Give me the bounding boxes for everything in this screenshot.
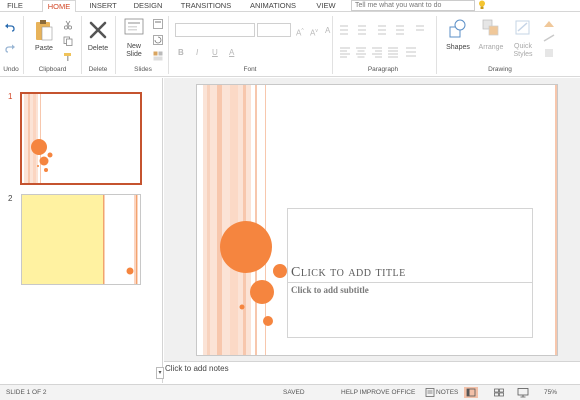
shrink-font-icon[interactable]: Av	[310, 26, 318, 39]
tab-design[interactable]: DESIGN	[128, 0, 168, 12]
separator	[332, 16, 333, 74]
slide-1-preview	[24, 94, 53, 183]
slide-thumbnail-pane: 1 2	[0, 78, 163, 383]
lightbulb-icon	[479, 0, 485, 9]
delete-button[interactable]: Delete	[84, 45, 112, 53]
zoom-level[interactable]: 75%	[544, 389, 557, 396]
cut-icon[interactable]	[63, 20, 73, 30]
tab-file[interactable]: FILE	[4, 0, 26, 12]
paste-button[interactable]: Paste	[30, 45, 58, 53]
notes-pane[interactable]: ▾ Click to add notes	[156, 361, 580, 383]
tell-me-search-input[interactable]: Tell me what you want to do	[351, 0, 475, 11]
alignment-icons[interactable]	[338, 46, 434, 58]
italic-icon[interactable]: I	[196, 48, 198, 58]
thumbnail-number: 1	[8, 92, 13, 101]
separator	[168, 16, 169, 74]
shape-format-icons[interactable]	[542, 19, 556, 61]
drawing-group-label: Drawing	[488, 66, 512, 73]
underline-icon[interactable]: U	[212, 48, 218, 58]
undo-group-label: Undo	[3, 66, 19, 73]
status-bar: SLIDE 1 OF 2 SAVED HELP IMPROVE OFFICE N…	[0, 384, 580, 400]
font-family-select[interactable]	[175, 23, 255, 37]
ribbon-tabs: FILE HOME INSERT DESIGN TRANSITIONS ANIM…	[0, 0, 580, 13]
quick-styles-label-line1: Quick	[514, 43, 532, 50]
delete-group-label: Delete	[88, 66, 108, 73]
format-painter-icon[interactable]	[63, 52, 73, 62]
slide-thumbnail-1[interactable]	[20, 92, 142, 185]
separator	[81, 16, 82, 74]
list-icons[interactable]	[338, 24, 434, 36]
slide-sorter-icon[interactable]	[492, 387, 506, 398]
clipboard-group-label: Clipboard	[38, 66, 67, 73]
slides-group-label: Slides	[134, 66, 152, 73]
redo-icon[interactable]	[4, 43, 16, 53]
shapes-button[interactable]: Shapes	[442, 44, 474, 52]
slide-editor-area: Click to add title Click to add subtitle	[164, 78, 580, 361]
separator	[23, 16, 24, 74]
font-color-icon[interactable]: A	[229, 48, 234, 58]
separator	[115, 16, 116, 74]
slide-counter: SLIDE 1 OF 2	[6, 389, 47, 396]
slide-2-preview	[22, 195, 138, 284]
font-size-select[interactable]	[257, 23, 291, 37]
delete-x-icon[interactable]	[88, 20, 108, 40]
undo-icon[interactable]	[4, 22, 16, 32]
arrange-button[interactable]: Arrange	[474, 44, 508, 52]
notes-placeholder[interactable]: Click to add notes	[165, 364, 229, 373]
bold-icon[interactable]: B	[178, 48, 184, 58]
powerpoint-window: FILE HOME INSERT DESIGN TRANSITIONS ANIM…	[0, 0, 580, 400]
new-slide-icon[interactable]	[124, 18, 144, 36]
quick-styles-label-line2: Styles	[513, 51, 533, 58]
quick-styles-icon[interactable]	[514, 18, 532, 38]
font-group-label: Font	[243, 66, 257, 73]
new-slide-button[interactable]: New Slide	[120, 43, 148, 59]
tab-transitions[interactable]: TRANSITIONS	[178, 0, 234, 12]
separator	[436, 16, 437, 74]
thumbnail-number: 2	[8, 194, 13, 203]
paragraph-group-label: Paragraph	[367, 66, 399, 73]
title-divider	[287, 282, 533, 283]
new-slide-label-line1: New	[126, 43, 141, 50]
save-status: SAVED	[283, 389, 305, 396]
tab-view[interactable]: VIEW	[312, 0, 340, 12]
normal-view-icon[interactable]	[464, 387, 478, 398]
slide-thumbnail-2[interactable]	[21, 194, 141, 285]
reset-icon[interactable]	[153, 35, 163, 45]
notes-toggle-button[interactable]: NOTES	[436, 389, 458, 396]
paste-icon[interactable]	[34, 18, 54, 42]
tab-animations[interactable]: ANIMATIONS	[244, 0, 302, 12]
clear-format-icon[interactable]: A	[325, 26, 330, 36]
quick-styles-button[interactable]: Quick Styles	[508, 43, 538, 59]
notes-collapse-icon[interactable]: ▾	[156, 367, 164, 379]
title-placeholder[interactable]: Click to add title	[291, 265, 406, 281]
new-slide-label-line2: Slide	[126, 51, 142, 58]
arrange-icon[interactable]	[482, 18, 500, 38]
copy-icon[interactable]	[63, 36, 73, 46]
shapes-icon[interactable]	[448, 18, 468, 40]
reading-view-icon[interactable]	[516, 387, 530, 398]
ribbon: Undo Paste Clipboard Delete Delete New S…	[0, 12, 580, 77]
grow-font-icon[interactable]: A^	[296, 26, 304, 39]
layout-icon[interactable]	[153, 19, 163, 29]
notes-icon[interactable]	[423, 387, 437, 398]
slide-canvas[interactable]: Click to add title Click to add subtitle	[196, 84, 558, 356]
subtitle-placeholder[interactable]: Click to add subtitle	[291, 285, 369, 295]
tab-insert[interactable]: INSERT	[84, 0, 122, 12]
help-improve-link[interactable]: HELP IMPROVE OFFICE	[341, 389, 415, 396]
section-icon[interactable]	[153, 51, 163, 61]
